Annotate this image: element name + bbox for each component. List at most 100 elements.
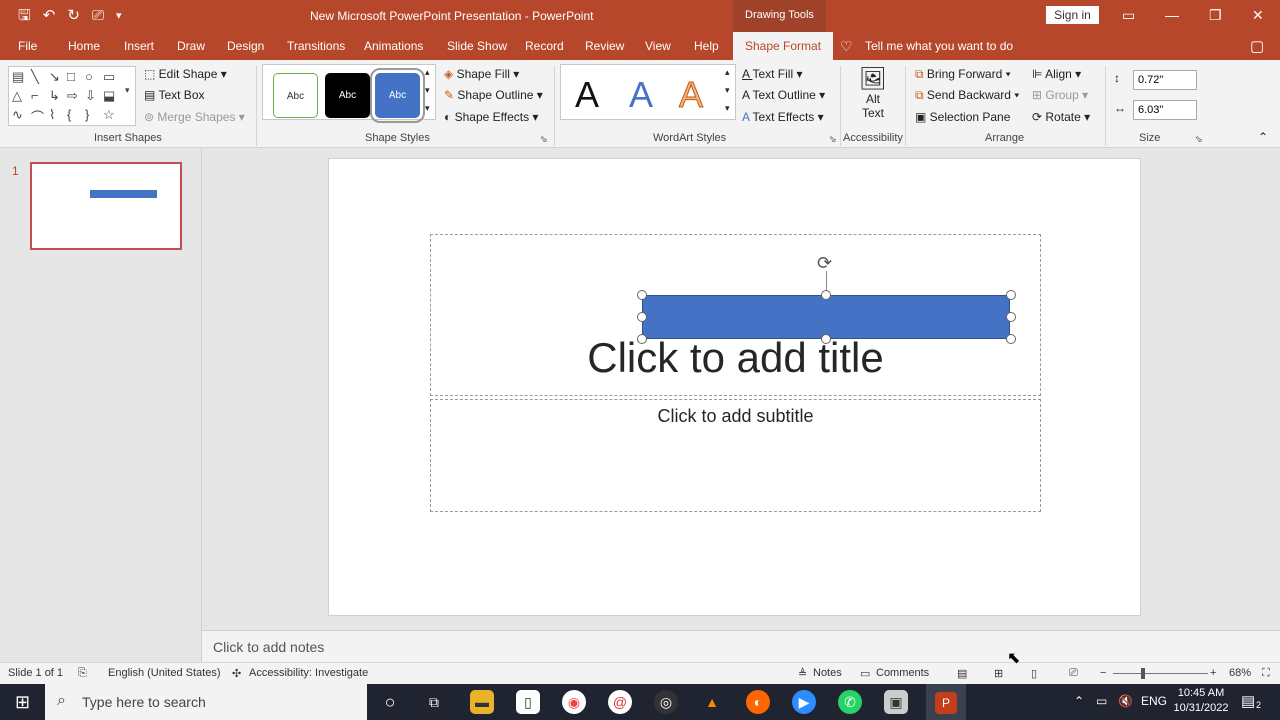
text-outline-button[interactable]: A Text Outline ▾ (742, 88, 825, 102)
tab-review[interactable]: Review (585, 39, 624, 53)
comments-button[interactable]: Comments (876, 667, 929, 679)
gallery-expand-icon[interactable]: ▾ (725, 103, 730, 114)
shape-fill-button[interactable]: ◈ Shape Fill ▾ (444, 67, 519, 81)
right-brace-shape-icon[interactable]: } (85, 107, 89, 122)
slide-sorter-icon[interactable]: ⊞ (994, 667, 1003, 680)
close-icon[interactable]: ✕ (1252, 6, 1264, 24)
slide-thumbnail[interactable] (30, 162, 182, 250)
tab-transitions[interactable]: Transitions (287, 39, 345, 53)
normal-view-icon[interactable]: ▤ (957, 667, 967, 680)
gallery-more-icon[interactable]: ▾ (125, 85, 130, 96)
selection-pane-button[interactable]: ▣ Selection Pane (915, 110, 1010, 124)
callout-shape-icon[interactable]: ⬓ (103, 88, 115, 104)
obs-icon[interactable]: ◎ (654, 690, 678, 714)
resize-handle-top-right[interactable] (1006, 290, 1016, 300)
present-icon[interactable]: ⎚ (92, 6, 104, 26)
line-shape-icon[interactable]: ╲ (31, 69, 39, 85)
notification-center-icon[interactable]: ▤ (1241, 692, 1255, 710)
align-button[interactable]: ⊫ Align ▾ (1032, 67, 1081, 81)
comments-icon[interactable]: ▢ (1250, 37, 1264, 55)
selected-rectangle-shape[interactable] (642, 295, 1010, 339)
resize-handle-bottom-right[interactable] (1006, 334, 1016, 344)
chrome-icon[interactable]: ◉ (562, 690, 586, 714)
oval-shape-icon[interactable]: ○ (85, 69, 93, 84)
dialog-launcher-icon[interactable]: ⬂ (540, 134, 548, 145)
tab-view[interactable]: View (645, 39, 671, 53)
tell-me-search[interactable]: Tell me what you want to do (865, 39, 1013, 53)
wordart-blue[interactable]: A (629, 75, 653, 115)
windows-start-icon[interactable]: ⊞ (0, 684, 45, 720)
redo-icon[interactable]: ↻ (67, 6, 80, 26)
zoom-app-icon[interactable]: ▶ (792, 690, 816, 714)
accessibility-status[interactable]: Accessibility: Investigate (249, 667, 368, 679)
minimize-icon[interactable]: — (1165, 6, 1179, 24)
collapse-ribbon-icon[interactable]: ⌃ (1258, 130, 1268, 144)
arrow-line-shape-icon[interactable]: ↘ (49, 69, 60, 85)
notes-pane[interactable]: Click to add notes (202, 630, 1280, 662)
vlc-icon[interactable]: ▲ (700, 690, 724, 714)
curve-shape-icon[interactable]: ∿ (12, 107, 23, 123)
wordart-black[interactable]: A (575, 75, 599, 115)
snipping-tool-icon[interactable]: ▣ (884, 690, 908, 714)
tab-home[interactable]: Home (68, 39, 100, 53)
tab-slide-show[interactable]: Slide Show (447, 39, 507, 53)
send-backward-button[interactable]: ⧉ Send Backward ▾ (915, 88, 1019, 103)
zoom-out-icon[interactable]: − (1100, 667, 1106, 679)
gallery-down-icon[interactable]: ▾ (725, 85, 730, 96)
battery-icon[interactable]: ▭ (1096, 694, 1107, 708)
wordart-orange[interactable]: A (678, 74, 703, 115)
powerpoint-taskbar-button[interactable]: P (926, 684, 966, 720)
slide[interactable]: Click to add title Click to add subtitle… (328, 158, 1141, 616)
cortana-icon[interactable]: ○ (378, 690, 402, 714)
textbox-shape-icon[interactable]: ▤ (12, 69, 24, 85)
file-explorer-icon[interactable]: ▬ (470, 690, 494, 714)
notes-button[interactable]: Notes (813, 667, 842, 679)
save-icon[interactable]: 🖫 (18, 6, 31, 26)
triangle-shape-icon[interactable]: △ (12, 88, 22, 104)
notepad-icon[interactable]: ▯ (516, 690, 540, 714)
reading-view-icon[interactable]: ▯ (1031, 667, 1037, 680)
edit-shape-button[interactable]: ⬚ Edit Shape ▾ (144, 67, 227, 81)
resize-handle-bottom[interactable] (821, 334, 831, 344)
shape-outline-button[interactable]: ✎ Shape Outline ▾ (444, 88, 543, 102)
star-shape-icon[interactable]: ☆ (103, 107, 115, 123)
dialog-launcher-icon[interactable]: ⬂ (1195, 134, 1203, 145)
zoom-level[interactable]: 68% (1229, 667, 1251, 679)
tab-shape-format[interactable]: Shape Format (733, 32, 834, 61)
sign-in-button[interactable]: Sign in (1046, 6, 1099, 24)
task-view-icon[interactable]: ⧉ (422, 690, 446, 714)
subtitle-placeholder[interactable]: Click to add subtitle (430, 399, 1041, 512)
rounded-rect-shape-icon[interactable]: ▭ (103, 69, 115, 85)
zoom-slider[interactable] (1113, 673, 1208, 674)
customize-icon[interactable]: ▾ (116, 6, 122, 26)
alt-text-button[interactable]: 🖼 Alt Text (858, 66, 888, 120)
system-clock[interactable]: 10:45 AM 10/31/2022 (1170, 686, 1232, 716)
gallery-expand-icon[interactable]: ▾ (425, 103, 430, 114)
merge-shapes-button[interactable]: ⊚ Merge Shapes ▾ (144, 110, 245, 124)
fit-slide-icon[interactable]: ⛶ (1262, 667, 1270, 680)
resize-handle-top-left[interactable] (637, 290, 647, 300)
rotate-button[interactable]: ⟳ Rotate ▾ (1032, 110, 1090, 124)
gallery-up-icon[interactable]: ▴ (425, 67, 430, 78)
arc-shape-icon[interactable]: ⌒ (31, 107, 44, 126)
rotate-handle-icon[interactable]: ⟳ (817, 253, 832, 274)
text-fill-button[interactable]: A Text Fill ▾ (742, 67, 803, 81)
volume-mute-icon[interactable]: 🔇 (1118, 694, 1133, 708)
gallery-up-icon[interactable]: ▴ (725, 67, 730, 78)
undo-icon[interactable]: ↶ (43, 6, 56, 26)
style-swatch-outline[interactable]: Abc (273, 73, 318, 118)
taskbar-search[interactable]: ⌕ Type here to search (45, 684, 367, 720)
slideshow-view-icon[interactable]: ⎚ (1069, 667, 1078, 680)
tab-design[interactable]: Design (227, 39, 264, 53)
tab-record[interactable]: Record (525, 39, 564, 53)
down-arrow-shape-icon[interactable]: ⇩ (85, 88, 96, 104)
zoom-in-icon[interactable]: + (1210, 667, 1216, 679)
tab-insert[interactable]: Insert (124, 39, 154, 53)
connector-shape-icon[interactable]: ⌐ (31, 88, 39, 103)
text-effects-button[interactable]: A Text Effects ▾ (742, 110, 824, 124)
language-status[interactable]: English (United States) (108, 667, 221, 679)
tab-file[interactable]: File (18, 39, 37, 53)
acrobat-icon[interactable]: @ (608, 690, 632, 714)
tab-animations[interactable]: Animations (364, 39, 423, 53)
tray-expand-icon[interactable]: ⌃ (1074, 694, 1084, 708)
